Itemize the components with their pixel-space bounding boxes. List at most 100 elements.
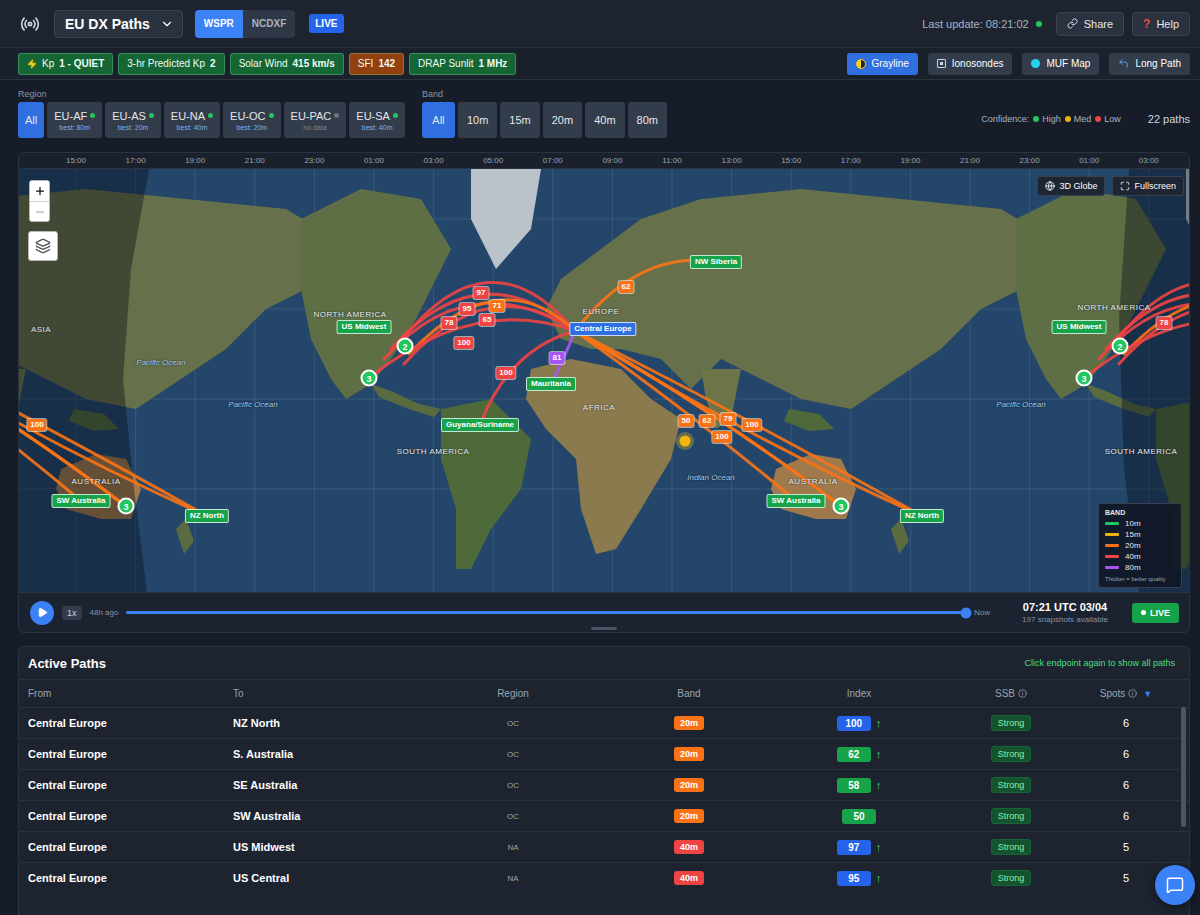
path-arc[interactable] <box>19 331 207 516</box>
table-row[interactable]: Central EuropeUS MidwestNA40m97↑Strong5 <box>19 831 1189 862</box>
region-button[interactable]: EU-SAbest: 40m <box>349 102 405 138</box>
map-action-button[interactable]: Fullscreen <box>1112 176 1184 196</box>
map-drawing <box>19 169 1189 592</box>
path-index-badge[interactable]: 100 <box>27 419 46 431</box>
path-arc[interactable] <box>19 331 81 501</box>
path-arc[interactable] <box>575 260 716 331</box>
mode-button[interactable]: NCDXF <box>243 10 295 38</box>
help-button[interactable]: ?Help <box>1132 12 1190 36</box>
table-row[interactable]: Central EuropeUS CentralNA40m95↑Strong5 <box>19 862 1189 893</box>
band-button[interactable]: 10m <box>458 102 497 138</box>
path-arc[interactable] <box>19 331 129 509</box>
ssb-tag: Strong <box>991 715 1032 731</box>
cluster-marker[interactable]: 2 <box>1112 338 1129 355</box>
region-button[interactable]: All <box>18 102 44 138</box>
band-button[interactable]: 15m <box>500 102 539 138</box>
endpoint-label[interactable]: SW Australia <box>51 494 110 508</box>
mode-button[interactable]: WSPR <box>195 10 243 38</box>
path-index-badge[interactable]: 50 <box>679 415 694 427</box>
path-arc[interactable] <box>575 331 922 516</box>
path-arc[interactable] <box>19 331 126 506</box>
path-arc[interactable] <box>575 331 844 509</box>
column-header[interactable]: Spots▼ <box>1069 688 1183 699</box>
column-header[interactable]: SSB <box>953 688 1069 699</box>
path-index-badge[interactable]: 100 <box>712 431 731 443</box>
map-label: SOUTH AMERICA <box>397 447 470 456</box>
endpoint-label[interactable]: Guyana/Suriname <box>441 418 519 432</box>
resize-handle[interactable] <box>591 627 617 630</box>
path-index-badge[interactable]: 100 <box>742 419 761 431</box>
path-index-badge[interactable]: 100 <box>496 367 515 379</box>
path-arc[interactable] <box>369 320 575 378</box>
scrollbar[interactable] <box>1181 707 1186 827</box>
path-index-badge[interactable]: 62 <box>700 415 715 427</box>
path-index-badge[interactable]: 100 <box>454 337 473 349</box>
column-header[interactable]: To <box>233 688 413 699</box>
endpoint-label[interactable]: NZ North <box>185 509 229 523</box>
live-button[interactable]: LIVE <box>1132 603 1179 623</box>
endpoint-label[interactable]: NW Siberia <box>690 255 742 269</box>
region-button[interactable]: EU-AFbest: 80m <box>47 102 102 138</box>
band-button[interactable]: 40m <box>585 102 624 138</box>
path-index-badge[interactable]: 79 <box>721 413 736 425</box>
band-button[interactable]: 20m <box>543 102 582 138</box>
region-button[interactable]: EU-OCbest: 20m <box>223 102 280 138</box>
band-button[interactable]: 80m <box>628 102 667 138</box>
endpoint-label[interactable]: NZ North <box>900 509 944 523</box>
column-header[interactable]: Index <box>765 688 953 699</box>
band-cell: 40m <box>613 840 765 854</box>
view-select[interactable]: EU DX Paths <box>54 10 183 38</box>
table-row[interactable]: Central EuropeSW AustraliaOC20m50Strong6 <box>19 800 1189 831</box>
path-index-badge[interactable]: 78 <box>1157 317 1172 329</box>
region-button[interactable]: EU-PACno data <box>284 102 347 138</box>
timeline-slider[interactable] <box>126 611 966 614</box>
cluster-marker[interactable]: 3 <box>118 498 135 515</box>
path-arc[interactable] <box>575 331 796 501</box>
region-button[interactable]: EU-NAbest: 40m <box>164 102 220 138</box>
endpoint-label[interactable]: US Midwest <box>337 320 392 334</box>
overlay-button[interactable]: MUF Map <box>1022 53 1099 75</box>
column-header[interactable]: Region <box>413 688 613 699</box>
path-arc[interactable] <box>575 331 841 506</box>
overlay-button[interactable]: Grayline <box>847 53 918 75</box>
speed-button[interactable]: 1x <box>62 606 82 620</box>
path-index-badge[interactable]: 65 <box>480 314 495 326</box>
table-row[interactable]: Central EuropeNZ NorthOC20m100↑Strong6 <box>19 707 1189 738</box>
cluster-marker[interactable]: 3 <box>1076 370 1093 387</box>
endpoint-label[interactable]: US Midwest <box>1052 320 1107 334</box>
path-index-badge[interactable]: 62 <box>619 281 634 293</box>
path-arc[interactable] <box>19 331 207 516</box>
play-button[interactable] <box>30 601 54 625</box>
timeline-thumb[interactable] <box>960 607 971 618</box>
zoom-in-button[interactable] <box>30 181 49 201</box>
map-action-button[interactable]: 3D Globe <box>1037 176 1105 196</box>
cluster-marker[interactable]: 3 <box>361 370 378 387</box>
cluster-marker[interactable]: 3 <box>833 498 850 515</box>
region-label: Region <box>18 88 405 100</box>
share-button[interactable]: Share <box>1056 12 1124 36</box>
path-index-badge[interactable]: 97 <box>474 287 489 299</box>
path-index-badge[interactable]: 71 <box>490 300 505 312</box>
chat-button[interactable] <box>1155 865 1195 905</box>
table-row[interactable]: Central EuropeSE AustraliaOC20m58↑Strong… <box>19 769 1189 800</box>
endpoint-label[interactable]: SW Australia <box>766 494 825 508</box>
column-header[interactable]: From <box>28 688 233 699</box>
spots-cell: 6 <box>1069 717 1183 729</box>
region-button[interactable]: EU-ASbest: 20m <box>105 102 161 138</box>
path-index-badge[interactable]: 78 <box>442 317 457 329</box>
path-index-badge[interactable]: 95 <box>460 303 475 315</box>
path-arc[interactable] <box>409 300 575 354</box>
map[interactable]: NORTH AMERICANORTH AMERICASOUTH AMERICAS… <box>19 169 1189 592</box>
zoom-out-button[interactable] <box>30 201 49 221</box>
layers-button[interactable] <box>28 231 58 261</box>
path-index-badge[interactable]: 81 <box>550 352 565 364</box>
path-arc[interactable] <box>575 331 922 516</box>
band-button[interactable]: All <box>422 102 455 138</box>
column-header[interactable]: Band <box>613 688 765 699</box>
overlay-button[interactable]: Long Path <box>1109 53 1190 75</box>
overlay-button[interactable]: Ionosondes <box>928 53 1013 75</box>
endpoint-label[interactable]: Central Europe <box>569 322 636 336</box>
table-row[interactable]: Central EuropeS. AustraliaOC20m62↑Strong… <box>19 738 1189 769</box>
cluster-marker[interactable]: 2 <box>397 338 414 355</box>
endpoint-label[interactable]: Mauritania <box>526 377 576 391</box>
